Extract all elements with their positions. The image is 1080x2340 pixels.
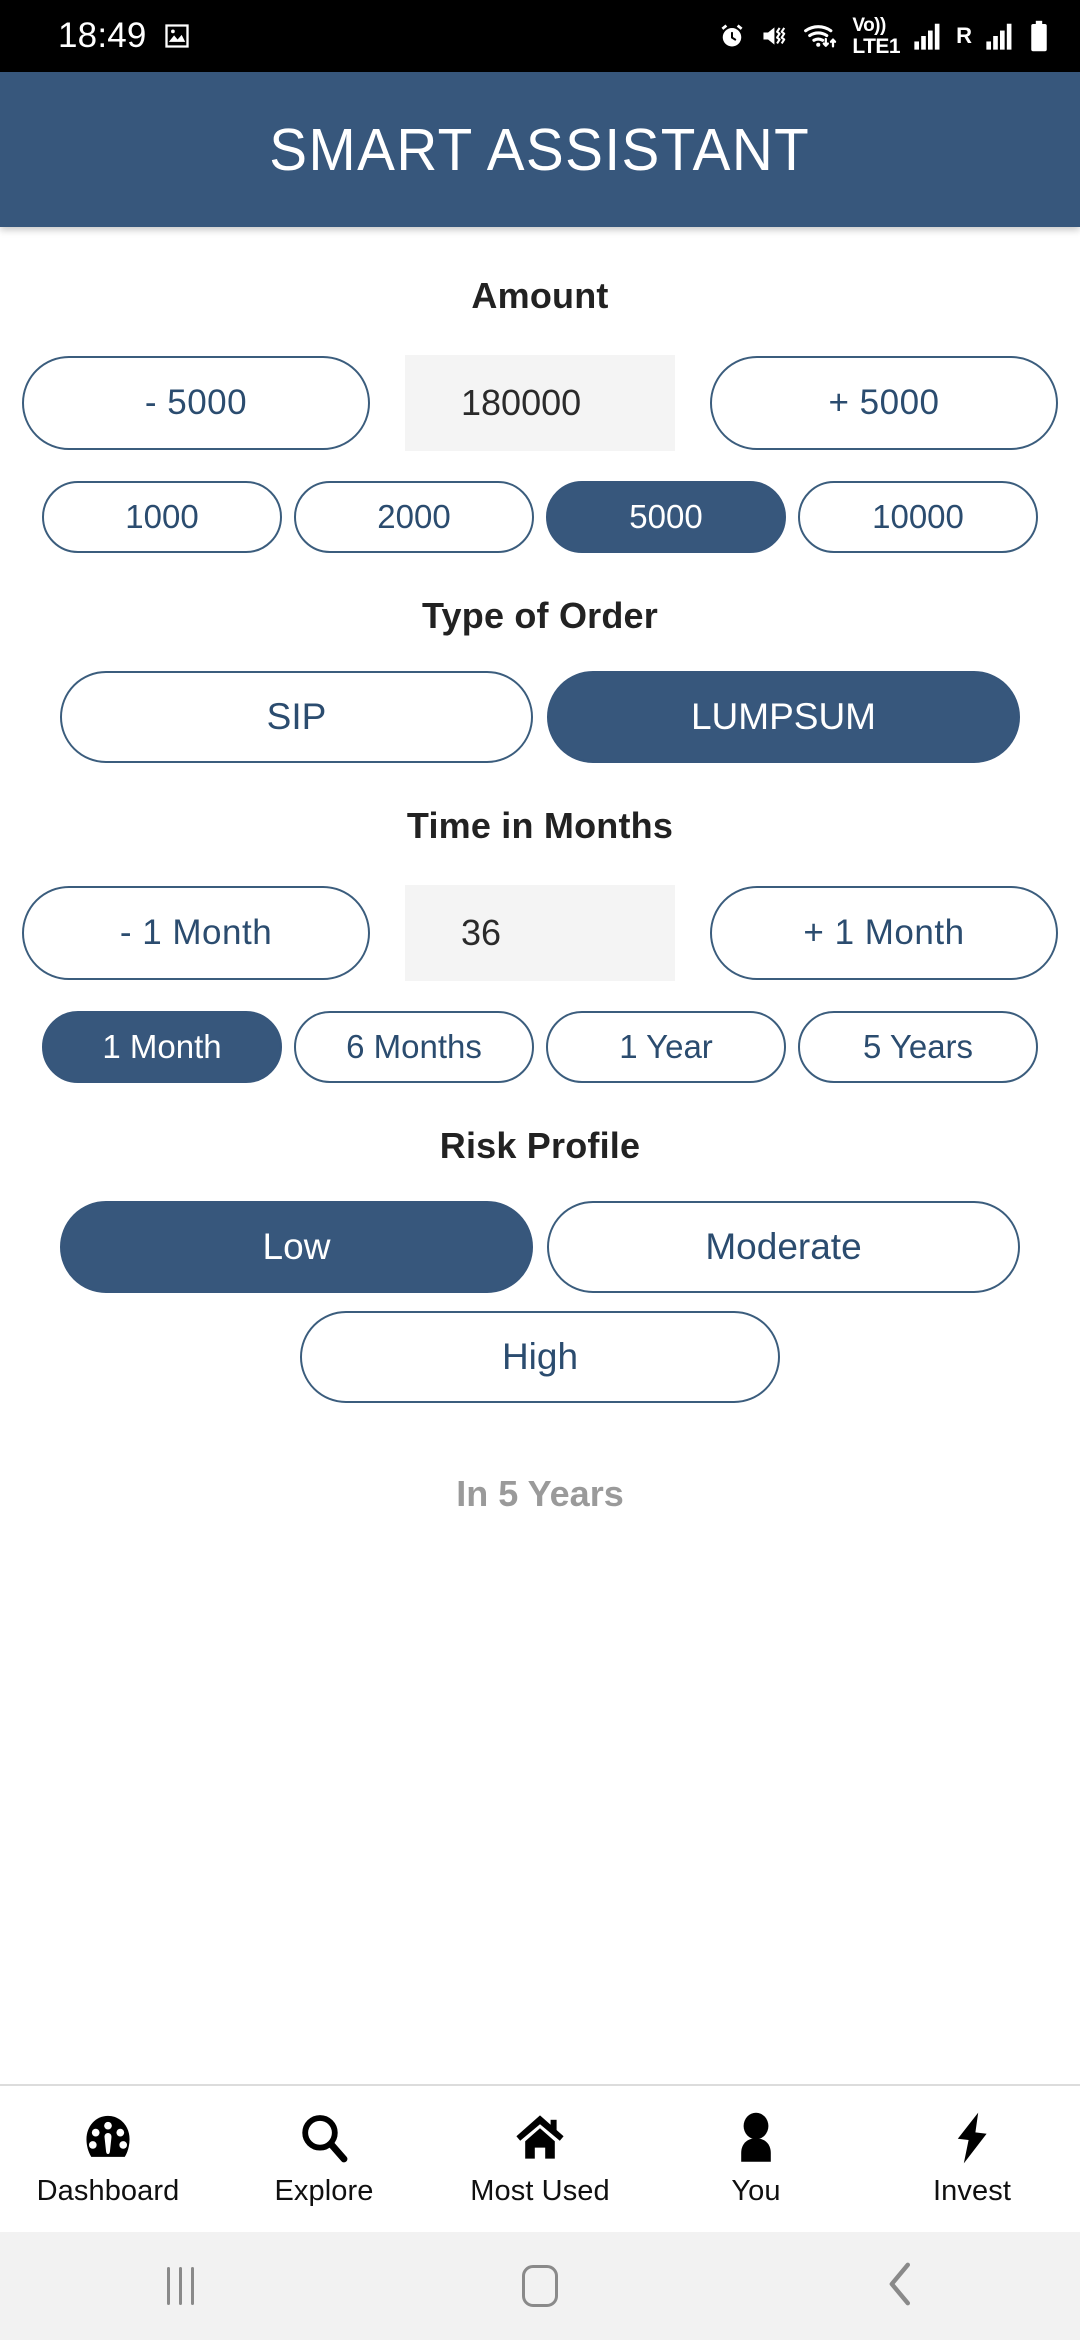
- nav-item-invest[interactable]: Invest: [864, 2110, 1080, 2208]
- amount-input[interactable]: 180000: [405, 355, 675, 451]
- projection-footnote: In 5 Years: [456, 1473, 624, 1514]
- home-button[interactable]: [360, 2265, 720, 2307]
- volte-indicator: Vo)) LTE1: [852, 16, 900, 57]
- amount-stepper-row: - 5000 180000 + 5000: [0, 355, 1080, 451]
- risk-profile-row-2: High: [0, 1311, 1080, 1403]
- signal-bars-icon: [985, 21, 1015, 51]
- volte-label-top: Vo)): [852, 14, 886, 36]
- search-icon: [298, 2110, 350, 2166]
- risk-profile-option-low[interactable]: Low: [60, 1201, 533, 1293]
- back-icon: [887, 2262, 913, 2311]
- order-type-option-lumpsum[interactable]: LUMPSUM: [547, 671, 1020, 763]
- risk-profile-option-high[interactable]: High: [300, 1311, 780, 1403]
- status-bar-left: 18:49: [58, 16, 191, 56]
- nav-label-explore: Explore: [274, 2175, 374, 2207]
- bottom-navigation-bar: Dashboard Explore Most Used You Invest: [0, 2084, 1080, 2232]
- recents-button[interactable]: [0, 2267, 360, 2305]
- person-icon: [734, 2110, 778, 2166]
- amount-preset-chip-2000[interactable]: 2000: [294, 481, 534, 553]
- time-input[interactable]: 36: [405, 885, 675, 981]
- time-preset-row: 1 Month 6 Months 1 Year 5 Years: [0, 1011, 1080, 1083]
- main-content: Amount - 5000 180000 + 5000 1000 2000 50…: [0, 227, 1080, 2084]
- nav-item-explore[interactable]: Explore: [216, 2110, 432, 2208]
- lightning-icon: [953, 2110, 991, 2166]
- time-stepper-row: - 1 Month 36 + 1 Month: [0, 885, 1080, 981]
- nav-item-you[interactable]: You: [648, 2110, 864, 2208]
- page-title: SMART ASSISTANT: [269, 116, 811, 183]
- status-bar: 18:49 Vo)) LTE1 R: [0, 0, 1080, 72]
- order-type-row: SIP LUMPSUM: [0, 671, 1080, 763]
- home-button-icon: [522, 2265, 558, 2307]
- risk-profile-row-1: Low Moderate: [0, 1201, 1080, 1293]
- image-icon: [163, 22, 191, 50]
- time-decrement-button[interactable]: - 1 Month: [22, 886, 370, 980]
- order-type-option-sip[interactable]: SIP: [60, 671, 533, 763]
- wifi-icon: [803, 21, 839, 51]
- home-icon: [512, 2110, 568, 2166]
- amount-preset-row: 1000 2000 5000 10000: [0, 481, 1080, 553]
- risk-profile-heading: Risk Profile: [439, 1125, 641, 1166]
- roaming-letter: R: [956, 22, 972, 48]
- amount-increment-button[interactable]: + 5000: [710, 356, 1058, 450]
- nav-label-invest: Invest: [933, 2175, 1011, 2207]
- amount-decrement-button[interactable]: - 5000: [22, 356, 370, 450]
- time-heading: Time in Months: [406, 805, 674, 846]
- amount-heading: Amount: [471, 275, 609, 316]
- phone-screen: 18:49 Vo)) LTE1 R SMART ASSISTANT Amount…: [0, 0, 1080, 2340]
- amount-preset-chip-1000[interactable]: 1000: [42, 481, 282, 553]
- battery-icon: [1028, 20, 1050, 52]
- time-preset-chip-1-year[interactable]: 1 Year: [546, 1011, 786, 1083]
- gauge-icon: [81, 2110, 135, 2166]
- amount-preset-chip-5000[interactable]: 5000: [546, 481, 786, 553]
- alarm-icon: [717, 21, 747, 51]
- nav-item-most-used[interactable]: Most Used: [432, 2110, 648, 2208]
- status-bar-right: Vo)) LTE1 R: [717, 16, 1050, 57]
- signal-bars-icon: [913, 21, 943, 51]
- android-navigation-bar: [0, 2232, 1080, 2340]
- time-preset-chip-6-months[interactable]: 6 Months: [294, 1011, 534, 1083]
- time-preset-chip-1-month[interactable]: 1 Month: [42, 1011, 282, 1083]
- app-header: SMART ASSISTANT: [0, 72, 1080, 227]
- volte-label-bottom: LTE1: [852, 34, 901, 58]
- recents-icon: [166, 2267, 194, 2305]
- back-button[interactable]: [720, 2262, 1080, 2311]
- amount-preset-chip-10000[interactable]: 10000: [798, 481, 1038, 553]
- nav-label-dashboard: Dashboard: [36, 2175, 180, 2207]
- status-bar-clock: 18:49: [58, 16, 147, 55]
- risk-profile-option-moderate[interactable]: Moderate: [547, 1201, 1020, 1293]
- roaming-indicator: R: [956, 22, 972, 48]
- nav-label-most-used: Most Used: [470, 2175, 610, 2207]
- nav-item-dashboard[interactable]: Dashboard: [0, 2110, 216, 2208]
- nav-label-you: You: [731, 2175, 781, 2207]
- order-type-heading: Type of Order: [422, 595, 658, 636]
- time-preset-chip-5-years[interactable]: 5 Years: [798, 1011, 1038, 1083]
- time-increment-button[interactable]: + 1 Month: [710, 886, 1058, 980]
- vibrate-icon: [760, 22, 790, 50]
